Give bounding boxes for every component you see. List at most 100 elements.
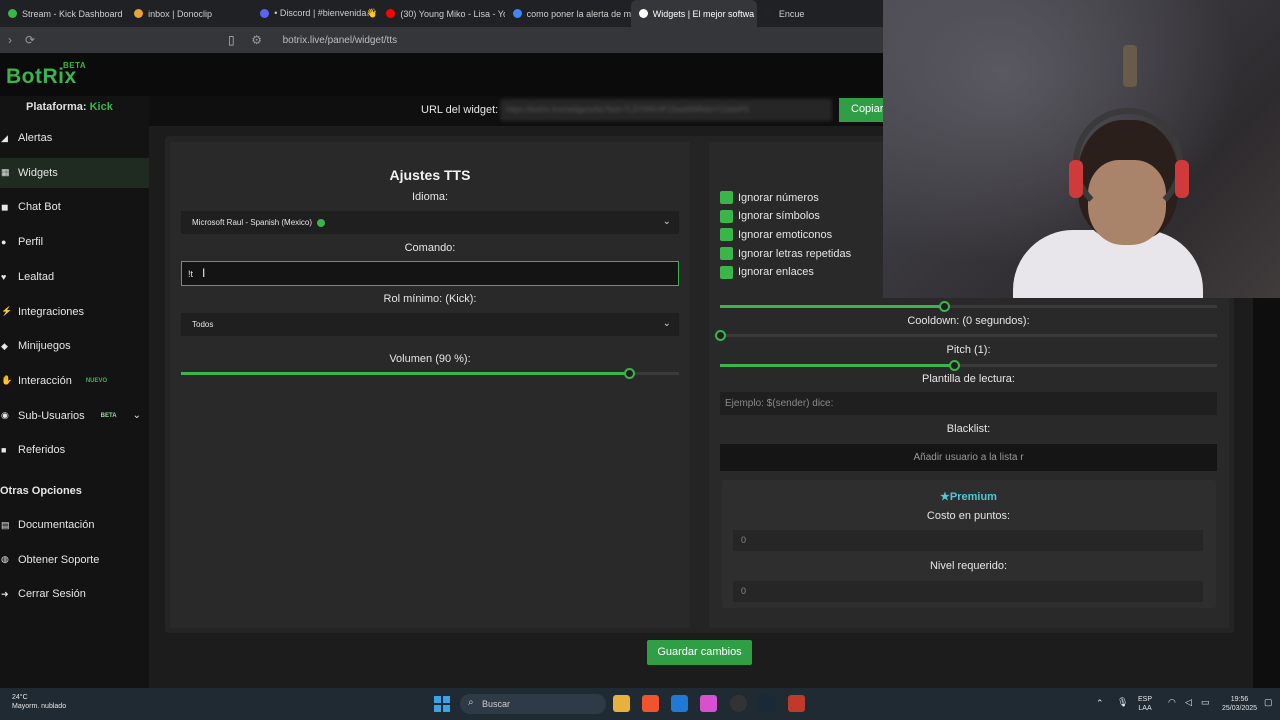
sidebar-item-referidos[interactable]: ■ Referidos [0,435,149,465]
steam-icon[interactable] [759,695,776,712]
checkbox-option[interactable]: Ignorar enlaces [720,265,814,279]
checkbox-checked-icon[interactable] [720,191,733,204]
windows-start-icon[interactable] [434,696,450,712]
checkbox-checked-icon[interactable] [720,228,733,242]
sidebar-item-cerrar-sesi-n[interactable]: ➜ Cerrar Sesión [0,579,149,609]
battery-icon[interactable]: ▭ [1201,698,1210,707]
browser-tab[interactable]: Encue [757,0,883,27]
edge-browser-icon[interactable] [671,695,688,712]
cooldown-slider-track[interactable] [720,334,1217,337]
sidebar-item-alertas[interactable]: ◢ Alertas [0,123,149,153]
sidebar-item-sub-usuarios[interactable]: ◉ Sub-Usuarios BETA ⌄ [0,401,149,431]
microphone-icon[interactable]: 🎙 [1117,698,1128,707]
browser-tab[interactable]: Stream - Kick Dashboard [0,0,126,27]
forward-icon[interactable]: › [0,33,20,47]
webcam-overlay [883,0,1280,298]
language-indicator[interactable]: ESP LAA [1138,695,1152,713]
checkbox-option[interactable]: Ignorar emoticonos [720,228,832,242]
browser-tab[interactable]: • Discord | #bienvenida👋 | SK [252,0,378,27]
tab-favicon-icon [512,9,522,18]
cost-input[interactable]: 0 [733,530,1203,551]
sidebar-item-interacci-n[interactable]: ✋ Interacción NUEVO [0,366,149,396]
browser-tab[interactable]: como poner la alerta de mi fo [505,0,631,27]
reload-icon[interactable]: ⟳ [20,33,40,47]
wifi-icon[interactable]: ◠ [1168,698,1176,707]
tab-favicon-icon [764,9,774,18]
cooldown-slider-thumb[interactable] [715,330,726,341]
weather-widget[interactable]: 24°C Mayorm. nublado [12,693,66,711]
browser-tab[interactable]: inbox | Donoclip [126,0,252,27]
pitch-slider-thumb[interactable] [949,360,960,371]
role-label: Rol mínimo: (Kick): [383,293,477,305]
volume-label: Volumen (90 %): [389,353,471,365]
volume-icon[interactable]: ◁ [1185,698,1192,707]
sidebar-item-widgets[interactable]: ▦ Widgets [0,157,149,188]
bookmark-icon[interactable]: ▯ [228,33,235,47]
star-icon: ★ [940,491,950,503]
checkbox-option[interactable]: Ignorar símbolos [720,209,820,223]
obs-icon[interactable] [730,695,747,712]
tray-chevron-icon[interactable]: ⌃ [1096,699,1104,708]
chevron-down-icon[interactable]: ⌄ [133,410,141,421]
url-text[interactable]: botrix.live/panel/widget/tts [277,35,398,46]
checkbox-option[interactable]: Ignorar números [720,191,819,204]
level-input[interactable]: 0 [733,581,1203,602]
gift-icon: ■ [1,445,7,456]
pitch-label: Pitch (1): [946,344,991,356]
language-select[interactable]: Microsoft Raul - Spanish (Mexico) ⌄ [181,211,679,234]
app-icon[interactable] [788,695,805,712]
save-changes-button[interactable]: Guardar cambios [647,640,752,665]
checkbox-label: Ignorar enlaces [738,266,814,279]
clock[interactable]: 19:56 25/03/2025 [1222,695,1257,713]
copy-url-button[interactable]: Copiar [839,98,889,122]
sidebar-item-lealtad[interactable]: ♥ Lealtad [0,262,149,292]
checkbox-option[interactable]: Ignorar letras repetidas [720,247,851,261]
volume-slider-thumb[interactable] [624,368,635,379]
taskbar-search[interactable]: ⌕ Buscar [460,694,606,714]
tab-favicon-icon [386,9,396,18]
level-label: Nivel requerido: [929,560,1008,572]
template-label: Plantilla de lectura: [922,373,1015,385]
sidebar-item-perfil[interactable]: ● Perfil [0,227,149,257]
sidebar-item-minijuegos[interactable]: ◆ Minijuegos [0,331,149,361]
search-icon: ⌕ [468,697,474,708]
chevron-down-icon: ⌄ [662,318,671,329]
browser-tab[interactable]: (30) Young Miko - Lisa - YouTu [378,0,505,27]
browser-tab[interactable]: Widgets | El mejor softwa× [630,0,757,27]
checkbox-checked-icon[interactable] [720,209,733,223]
brave-browser-icon[interactable] [642,695,659,712]
photos-app-icon[interactable] [700,695,717,712]
notifications-icon[interactable]: ▢ [1264,698,1273,707]
blacklist-label: Blacklist: [946,423,991,435]
platform-indicator: Plataforma: Kick [26,101,113,113]
sidebar-badge: BETA [100,412,117,419]
sidebar-item-integraciones[interactable]: ⚡ Integraciones [0,297,149,327]
tab-label: Stream - Kick Dashboard [22,8,123,19]
language-label: Idioma: [411,191,449,203]
other-options-heading: Otras Opciones [0,485,82,497]
sidebar-item-label: Perfil [18,236,44,249]
speed-slider-thumb[interactable] [939,301,950,312]
status-dot-icon [317,218,326,227]
template-input[interactable]: Ejemplo: $(sender) dice: [720,392,1217,415]
sidebar-item-label: Alertas [18,132,53,144]
role-value: Todos [192,320,214,329]
blacklist-input[interactable]: Añadir usuario a la lista r [720,444,1217,471]
botrix-logo[interactable]: BotRix BETA [6,61,86,89]
chat-icon: ◼ [1,201,9,212]
sidebar-item-documentaci-n[interactable]: ▤ Documentación [0,510,149,540]
widget-url-field[interactable]: https://botrix.live/widgets/tts?bid=7LSY… [500,99,832,121]
sidebar-item-obtener-soporte[interactable]: ◍ Obtener Soporte [0,545,149,575]
role-select[interactable]: Todos ⌄ [181,313,679,336]
checkbox-checked-icon[interactable] [720,265,733,279]
site-info-icon[interactable]: ⚙ [247,33,267,47]
user-icon: ● [1,237,7,248]
sidebar-item-chat-bot[interactable]: ◼ Chat Bot [0,192,149,222]
file-explorer-icon[interactable] [613,695,630,712]
checkbox-checked-icon[interactable] [720,247,733,261]
checkbox-label: Ignorar números [738,191,819,204]
tab-favicon-icon [638,9,648,18]
tab-favicon-icon [134,9,144,18]
command-input[interactable]: !t [181,261,679,286]
pitch-slider-fill [720,364,954,367]
